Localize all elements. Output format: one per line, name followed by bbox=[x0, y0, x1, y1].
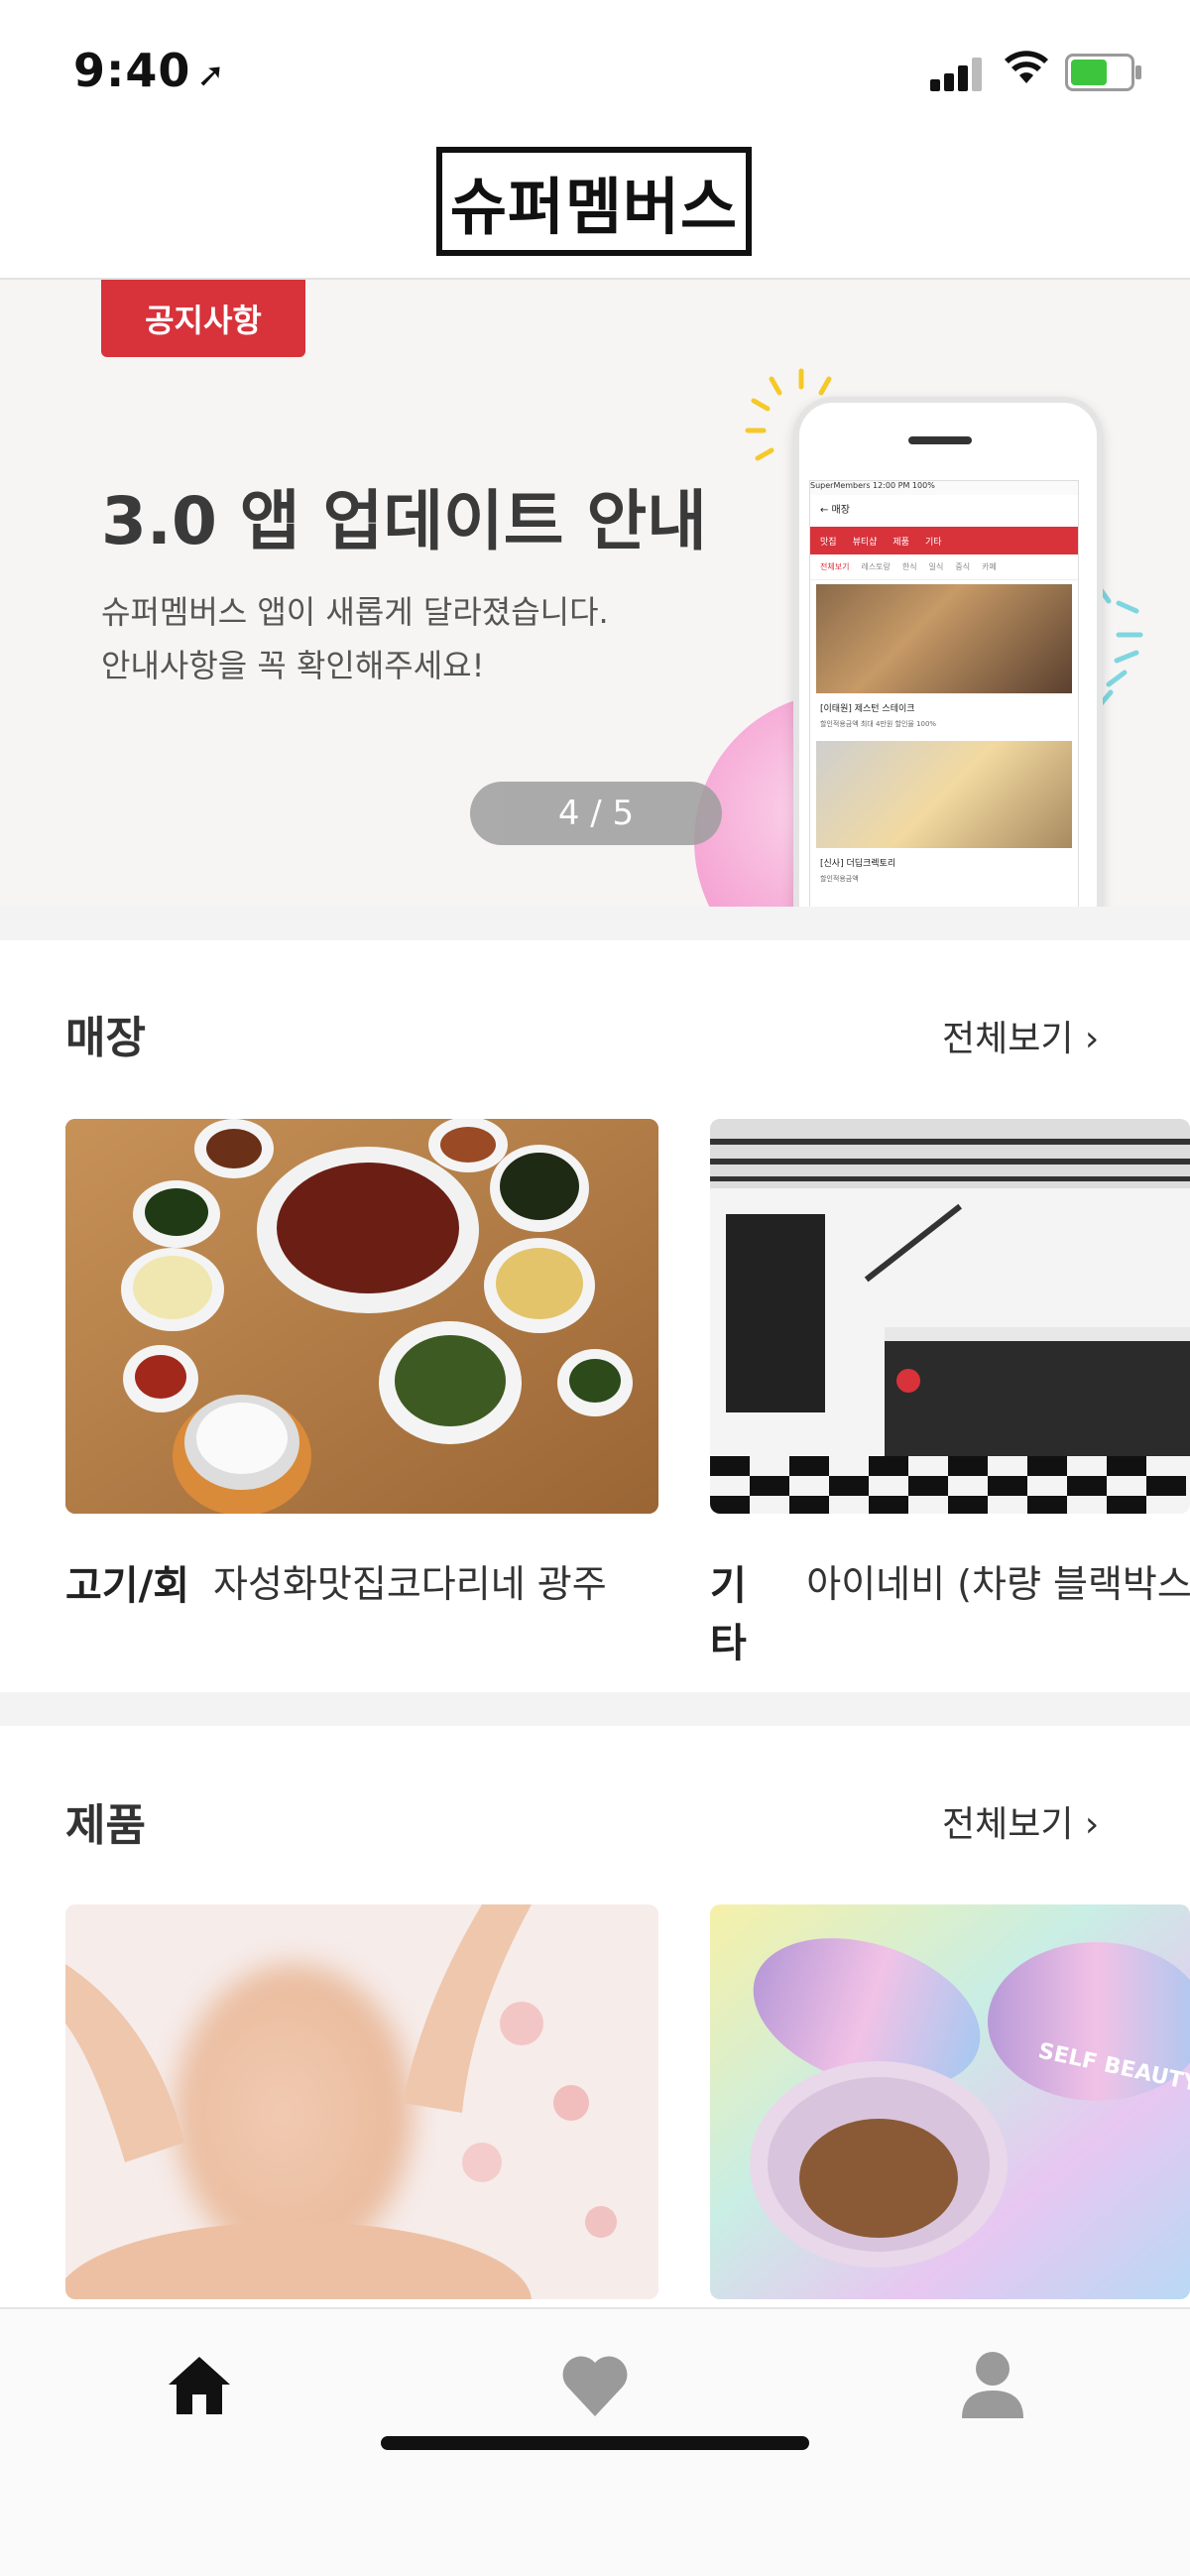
product-card-image[interactable]: SELF BEAUTY bbox=[710, 1904, 1190, 2299]
phone-subtab: 전체보기 bbox=[820, 562, 850, 571]
phone-subtabs: 전체보기 레스토랑 한식 일식 중식 카페 bbox=[810, 554, 1078, 580]
logo-text: 슈퍼멤버스 bbox=[449, 171, 739, 243]
tab-profile[interactable] bbox=[958, 2347, 1027, 2420]
phone-screen: SuperMembers 12:00 PM 100% ← 매장 맛집 뷰티샵 제… bbox=[809, 480, 1079, 907]
phone-subtab: 일식 bbox=[928, 562, 944, 571]
phone-tab: 뷰티샵 bbox=[852, 537, 878, 548]
phone-tab: 맛집 bbox=[820, 537, 837, 548]
section-divider bbox=[0, 1692, 1190, 1726]
cushion-compact-photo: SELF BEAUTY bbox=[710, 1904, 1190, 2299]
battery-icon bbox=[1065, 54, 1141, 91]
home-icon bbox=[169, 2357, 230, 2414]
banner-description-line2: 안내사항을 꼭 확인해주세요! bbox=[101, 647, 485, 684]
stores-see-all-link[interactable]: 전체보기 › bbox=[942, 1010, 1099, 1061]
phone-item-title: [이태원] 제스턴 스테이크 bbox=[820, 704, 915, 714]
phone-item-meta: 할인적용금액 최대 4만원 할인율 100% bbox=[820, 720, 937, 728]
banner-description-line1: 슈퍼멤버스 앱이 새롭게 달라졌습니다. bbox=[101, 593, 609, 631]
skincare-massage-photo bbox=[65, 1904, 658, 2299]
showroom-photo bbox=[710, 1119, 1190, 1514]
stores-section-title: 매장 bbox=[65, 1013, 146, 1063]
heart-icon bbox=[562, 2356, 628, 2416]
products-section-title: 제품 bbox=[65, 1800, 146, 1851]
phone-header: ← 매장 bbox=[820, 505, 850, 516]
notice-tag: 공지사항 bbox=[101, 280, 305, 357]
phone-tab: 기타 bbox=[924, 537, 942, 548]
store-card-image[interactable] bbox=[65, 1119, 658, 1514]
phone-item-image bbox=[816, 584, 1072, 693]
store-card-caption[interactable]: 기타 아이네비 (차량 블랙박스 bbox=[710, 1553, 1190, 1668]
phone-item-image bbox=[816, 741, 1072, 848]
phone-item-title: [신사] 더딥크렉토리 bbox=[820, 859, 896, 869]
person-icon bbox=[962, 2352, 1023, 2418]
phone-item-meta: 할인적용금액 bbox=[820, 875, 859, 883]
store-name: 아이네비 (차량 블랙박스 bbox=[806, 1562, 1190, 1606]
signal-icon bbox=[930, 56, 986, 91]
store-card-image[interactable] bbox=[710, 1119, 1190, 1514]
phone-subtab: 카페 bbox=[982, 562, 997, 571]
korean-meal-photo bbox=[65, 1119, 658, 1514]
store-card-caption[interactable]: 고기/회 자성화맛집코다리네 광주 bbox=[65, 1553, 658, 1611]
store-name: 자성화맛집코다리네 광주 bbox=[213, 1562, 607, 1606]
banner-title: 3.0 앱 업데이트 안내 bbox=[101, 483, 707, 559]
location-arrow-icon: ➚ bbox=[196, 56, 226, 95]
status-time: 9:40 ➚ bbox=[73, 44, 226, 97]
phone-mockup: SuperMembers 12:00 PM 100% ← 매장 맛집 뷰티샵 제… bbox=[793, 397, 1103, 907]
section-divider bbox=[0, 907, 1190, 940]
product-card-image[interactable] bbox=[65, 1904, 658, 2299]
home-indicator bbox=[381, 2436, 809, 2450]
phone-tab: 제품 bbox=[892, 537, 909, 548]
phone-tabs: 맛집 뷰티샵 제품 기타 bbox=[810, 527, 1078, 554]
banner-pager: 4 / 5 bbox=[470, 782, 722, 845]
store-category: 기타 bbox=[710, 1563, 747, 1666]
phone-subtab: 레스토랑 bbox=[861, 562, 891, 571]
phone-speaker bbox=[908, 436, 972, 444]
store-category: 고기/회 bbox=[65, 1563, 190, 1609]
app-logo: 슈퍼멤버스 bbox=[436, 147, 752, 256]
phone-subtab: 한식 bbox=[901, 562, 917, 571]
wifi-icon bbox=[1004, 50, 1049, 95]
tab-home[interactable] bbox=[165, 2351, 234, 2420]
phone-subtab: 중식 bbox=[955, 562, 971, 571]
products-see-all-link[interactable]: 전체보기 › bbox=[942, 1795, 1099, 1847]
phone-status: SuperMembers 12:00 PM 100% bbox=[810, 481, 1078, 495]
notice-banner[interactable]: 공지사항 3.0 앱 업데이트 안내 슈퍼멤버스 앱이 새롭게 달라졌습니다. … bbox=[0, 280, 1190, 907]
tab-favorites[interactable] bbox=[559, 2351, 631, 2420]
